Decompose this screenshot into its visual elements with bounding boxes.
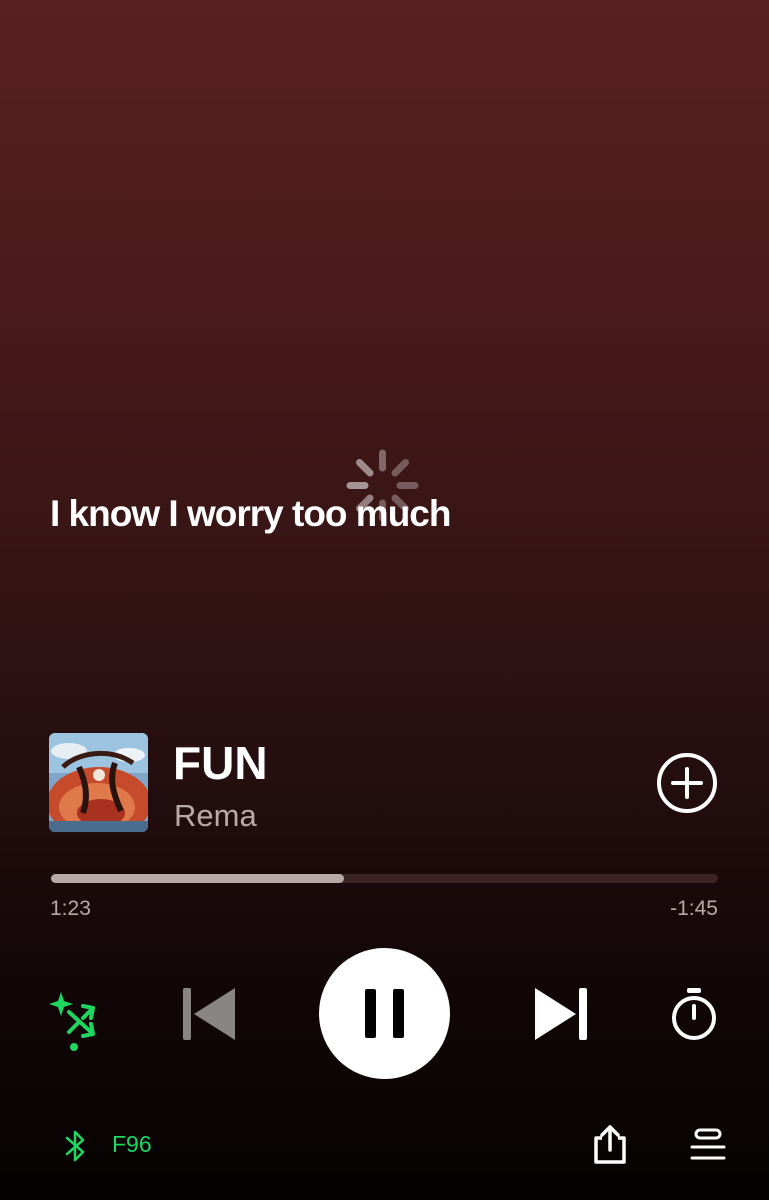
queue-icon[interactable] [690, 1128, 726, 1162]
track-title[interactable]: FUN [173, 736, 268, 790]
smart-shuffle-icon[interactable] [47, 988, 103, 1054]
progress-bar[interactable] [51, 874, 718, 883]
skip-previous-icon[interactable] [180, 984, 238, 1044]
progress-fill [51, 874, 345, 883]
pause-button[interactable] [319, 948, 450, 1079]
timer-icon[interactable] [668, 986, 720, 1042]
add-to-library-icon[interactable] [656, 752, 718, 814]
elapsed-time: 1:23 [50, 897, 91, 920]
track-artist[interactable]: Rema [174, 798, 257, 834]
connected-device-name[interactable]: F96 [112, 1131, 152, 1158]
spinner-icon [346, 449, 419, 522]
bluetooth-icon[interactable] [63, 1128, 89, 1164]
pause-icon [365, 989, 404, 1038]
remaining-time: -1:45 [670, 897, 718, 920]
album-artwork[interactable] [49, 733, 148, 832]
share-icon[interactable] [590, 1124, 630, 1166]
skip-next-icon[interactable] [532, 984, 590, 1044]
